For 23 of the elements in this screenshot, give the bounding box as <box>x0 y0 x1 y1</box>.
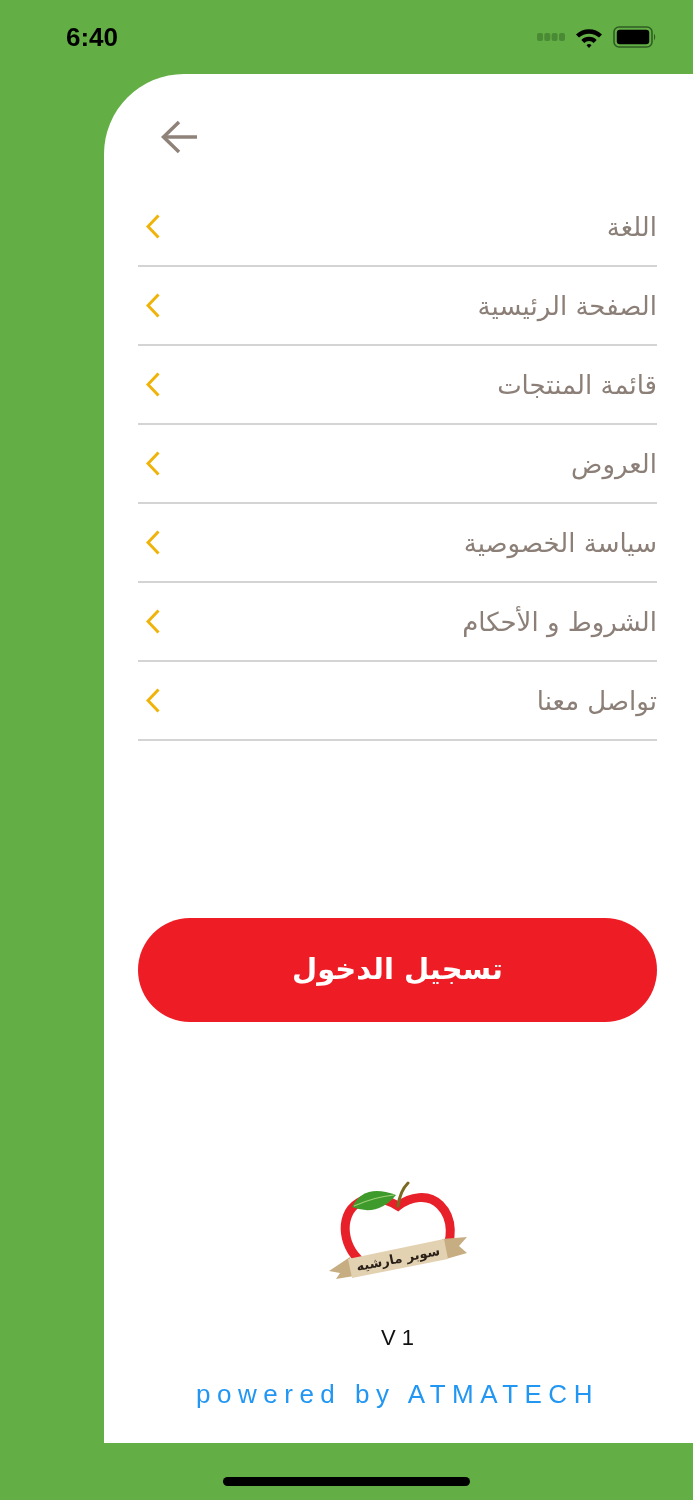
menu-item[interactable]: قائمة المنتجات <box>138 346 657 425</box>
chevron-left-icon <box>146 530 160 555</box>
menu-item[interactable]: العروض <box>138 425 657 504</box>
menu-item[interactable]: تواصل معنا <box>138 662 657 741</box>
chevron-left-icon <box>146 214 160 239</box>
chevron-left-icon <box>146 451 160 476</box>
chevron-left-icon <box>146 609 160 634</box>
battery-icon <box>613 26 657 48</box>
menu-item[interactable]: اللغة <box>138 188 657 267</box>
chevron-left-icon <box>146 372 160 397</box>
powered-by-text: powered by ATMATECH <box>196 1381 599 1407</box>
menu-item[interactable]: سياسة الخصوصية <box>138 504 657 583</box>
version-text: V 1 <box>381 1327 414 1349</box>
wifi-icon <box>575 26 603 48</box>
chevron-left-icon <box>146 293 160 318</box>
signal-icon <box>537 33 565 41</box>
menu-item[interactable]: الصفحة الرئيسية <box>138 267 657 346</box>
back-button[interactable] <box>160 120 198 154</box>
status-time: 6:40 <box>66 24 119 50</box>
logo-text: سوبر مارشيه <box>356 1241 439 1275</box>
chevron-left-icon <box>146 688 160 713</box>
login-button[interactable]: تسجيل الدخول <box>138 918 657 1022</box>
menu-item[interactable]: الشروط و الأحكام <box>138 583 657 662</box>
